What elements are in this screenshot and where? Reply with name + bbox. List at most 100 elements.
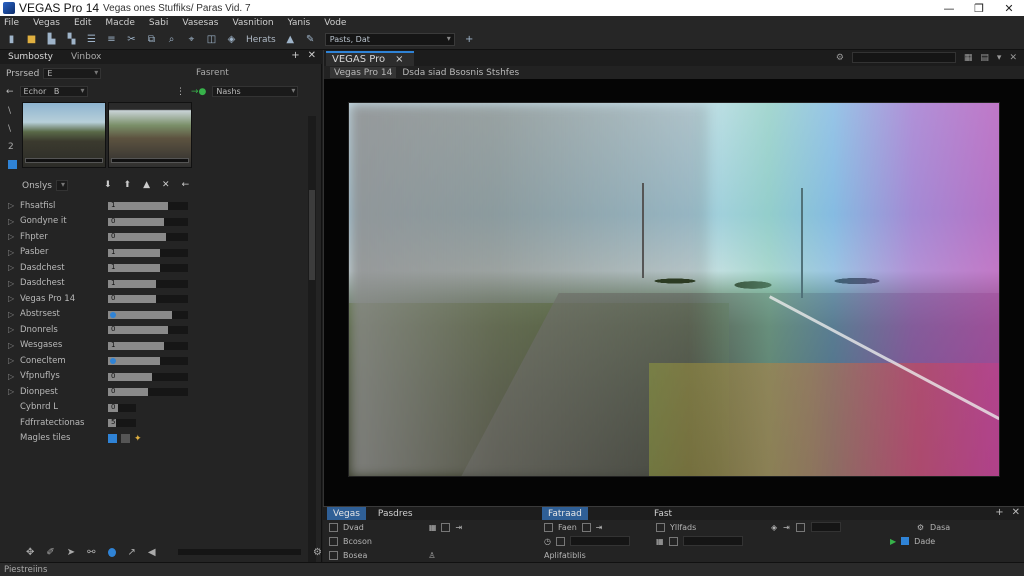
maximize-button[interactable]: ❐	[964, 0, 994, 16]
param-slider[interactable]: 1	[108, 248, 188, 257]
menu-vegas[interactable]: Vegas	[33, 18, 60, 28]
layers-icon[interactable]: ◫	[206, 34, 217, 45]
cursor-icon[interactable]: ✥	[26, 547, 34, 558]
toggle-on[interactable]	[108, 434, 117, 443]
render-icon[interactable]: ▚	[66, 34, 77, 45]
slider-knob[interactable]	[110, 311, 116, 318]
clip-thumbnail[interactable]	[22, 102, 106, 168]
video-frame[interactable]	[348, 102, 1000, 477]
expand-arrow-icon[interactable]: ▷	[8, 372, 20, 381]
back-icon[interactable]: ←	[182, 180, 190, 190]
checkbox[interactable]	[329, 522, 338, 532]
pointer-icon[interactable]: ➤	[67, 547, 75, 558]
lock-icon[interactable]: ◈	[226, 34, 237, 45]
checkbox[interactable]	[668, 536, 678, 546]
gear-icon[interactable]: ⚙	[917, 523, 924, 532]
gear-icon[interactable]: ⚙	[313, 547, 322, 558]
preview-canvas[interactable]	[324, 79, 1024, 506]
checkbox[interactable]	[795, 522, 805, 532]
param-slider[interactable]: 0	[108, 217, 188, 226]
tab-vegas-pro[interactable]: VEGAS Pro ×	[326, 51, 414, 66]
arrow-icon[interactable]: ⇥	[455, 523, 462, 532]
marker-icon[interactable]: ▲	[285, 34, 296, 45]
menu-vasesas[interactable]: Vasesas	[182, 18, 218, 28]
param-slider[interactable]: 0	[108, 232, 188, 241]
close-icon[interactable]: ✕	[1009, 53, 1017, 63]
side-link[interactable]: \	[8, 124, 17, 134]
close-button[interactable]: ✕	[994, 0, 1024, 16]
new-project-icon[interactable]: ▮	[6, 34, 17, 45]
menu-file[interactable]: File	[4, 18, 19, 28]
param-slider[interactable]: 0	[108, 387, 188, 396]
expand-arrow-icon[interactable]: ▷	[8, 325, 20, 334]
properties-icon[interactable]: ☰	[86, 34, 97, 45]
expand-arrow-icon[interactable]: ▷	[8, 232, 20, 241]
checkbox[interactable]	[581, 522, 591, 532]
grid-icon[interactable]: ▦	[656, 537, 664, 546]
open-folder-icon[interactable]: ■	[26, 34, 37, 45]
menu-sabi[interactable]: Sabi	[149, 18, 168, 28]
record-icon[interactable]	[107, 547, 116, 557]
toggle-off[interactable]	[121, 434, 130, 443]
thumb-scrubber[interactable]	[111, 158, 189, 163]
checkbox[interactable]	[555, 536, 565, 546]
close-icon[interactable]: ✕	[1012, 507, 1020, 518]
close-icon[interactable]: ✕	[308, 50, 316, 61]
more-icon[interactable]: ⋮	[176, 87, 185, 97]
star-icon[interactable]: ✦	[134, 434, 142, 444]
param-slider[interactable]: 0	[108, 294, 188, 303]
expand-arrow-icon[interactable]: ▷	[8, 341, 20, 350]
value-field[interactable]	[682, 536, 743, 546]
zoom-icon[interactable]: ⌕	[166, 34, 177, 45]
pen-icon[interactable]: ✎	[305, 34, 316, 45]
minimize-button[interactable]: —	[934, 0, 964, 16]
tab-vinbox[interactable]: Vinbox	[71, 52, 101, 62]
add-icon[interactable]: +	[464, 34, 475, 45]
blue-toggle[interactable]	[901, 537, 910, 545]
expand-arrow-icon[interactable]: ▷	[8, 310, 20, 319]
split-icon[interactable]: ▤	[980, 53, 989, 63]
param-slider[interactable]: 1	[108, 341, 188, 350]
filter-select[interactable]: Echor B	[19, 86, 88, 97]
copy-icon[interactable]: ⧉	[146, 34, 157, 45]
side-link[interactable]: \	[8, 106, 17, 116]
play-icon[interactable]: ▶	[890, 537, 896, 546]
green-arrow-icon[interactable]: →●	[191, 87, 206, 97]
arrow-icon[interactable]: ⇥	[783, 523, 790, 532]
expand-arrow-icon[interactable]: ▷	[8, 217, 20, 226]
checkbox[interactable]	[329, 550, 338, 560]
checkbox[interactable]	[544, 522, 553, 532]
expand-arrow-icon[interactable]: ▷	[8, 387, 20, 396]
param-slider[interactable]	[108, 310, 188, 319]
list-icon[interactable]: ≡	[106, 34, 117, 45]
side-link[interactable]: 2	[8, 142, 17, 152]
menu-vasnition[interactable]: Vasnition	[232, 18, 273, 28]
param-slider[interactable]: 1	[108, 201, 188, 210]
expand-arrow-icon[interactable]: ▷	[8, 356, 20, 365]
upload-icon[interactable]: ⬆	[124, 180, 132, 190]
param-slider[interactable]: 5	[108, 418, 136, 427]
expand-arrow-icon[interactable]: ▷	[8, 263, 20, 272]
cut-icon[interactable]: ✂	[126, 34, 137, 45]
back-arrow-icon[interactable]: ←	[6, 87, 14, 97]
tab-vegas[interactable]: Vegas	[327, 507, 366, 520]
param-slider[interactable]	[108, 357, 188, 365]
checkbox[interactable]	[656, 522, 665, 532]
grid-icon[interactable]: ▦	[429, 523, 437, 532]
menu-vode[interactable]: Vode	[324, 18, 346, 28]
dropdown-icon[interactable]: ▾	[997, 53, 1002, 63]
selected-indicator[interactable]	[8, 160, 17, 169]
arrow-icon[interactable]: ⇥	[596, 523, 603, 532]
expand-arrow-icon[interactable]: ▷	[8, 248, 20, 257]
param-slider[interactable]: 1	[108, 263, 188, 272]
scroll-thumb[interactable]	[309, 190, 315, 280]
right-select[interactable]: Nashs	[212, 86, 299, 97]
preset-select[interactable]: E	[43, 68, 102, 79]
mirror-icon[interactable]: ✐	[46, 547, 54, 558]
clock-icon[interactable]: ◷	[544, 537, 551, 546]
thumb-scrubber[interactable]	[25, 158, 103, 163]
tab-close-icon[interactable]: ×	[395, 54, 403, 65]
person-icon[interactable]: ♙	[428, 551, 435, 560]
save-icon[interactable]: ▙	[46, 34, 57, 45]
tab-fast[interactable]: Fast	[654, 509, 672, 519]
